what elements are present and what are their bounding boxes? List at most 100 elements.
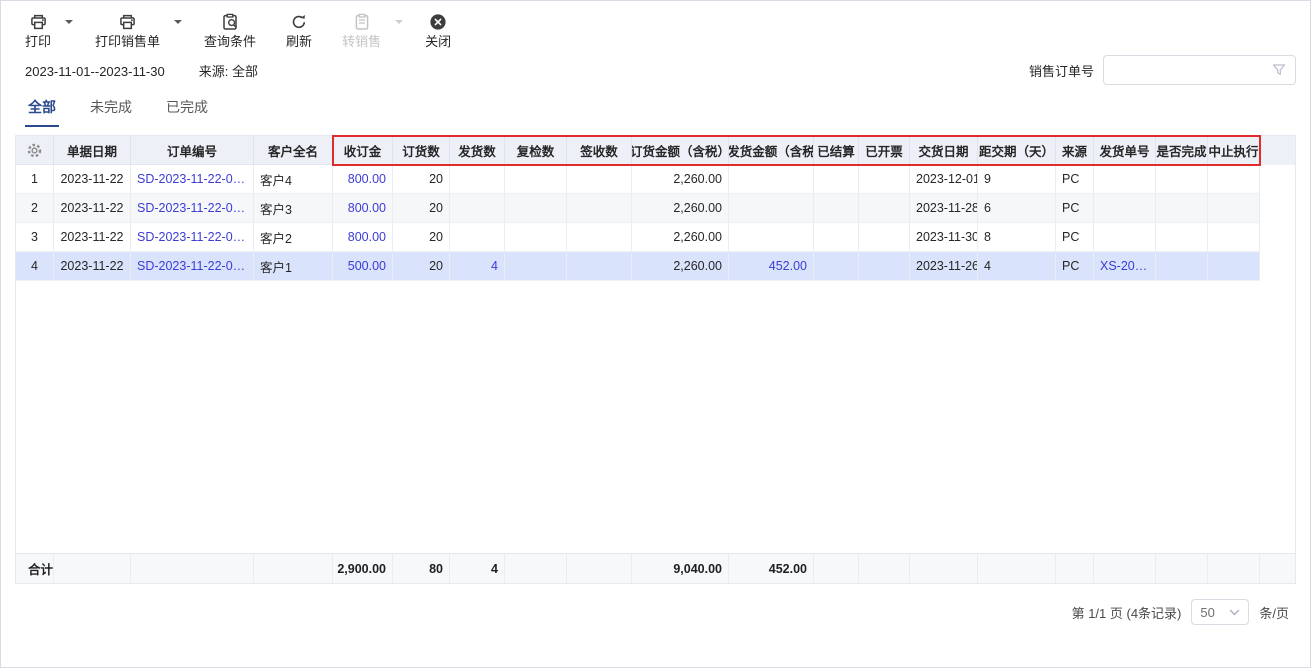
print-dropdown-caret-icon[interactable] bbox=[65, 20, 73, 28]
total-filler-cell bbox=[1260, 553, 1295, 583]
cell-source: PC bbox=[1056, 223, 1094, 252]
cell-sign_qty bbox=[567, 165, 632, 194]
cell-order_amount: 2,260.00 bbox=[632, 252, 729, 281]
sales-order-no-input[interactable] bbox=[1113, 63, 1272, 78]
order_no-link[interactable]: SD-2023-11-22-000... bbox=[137, 172, 247, 186]
cell-ship_qty: 4 bbox=[450, 252, 505, 281]
total-cell-order_amount: 9,040.00 bbox=[632, 553, 729, 583]
sales-order-search: 销售订单号 bbox=[1029, 55, 1296, 85]
cell-doc_date: 2023-11-22 bbox=[54, 194, 131, 223]
cell-settled bbox=[814, 165, 859, 194]
column-header-order_amount[interactable]: 订货金额（含税） bbox=[632, 136, 729, 165]
column-header-ship_amount[interactable]: 发货金额（含税 bbox=[729, 136, 814, 165]
cell-ship_no: XS-2023... bbox=[1094, 252, 1156, 281]
order_no-link[interactable]: SD-2023-11-22-000... bbox=[137, 230, 247, 244]
cell-settled bbox=[814, 194, 859, 223]
date-range-text: 2023-11-01--2023-11-30 bbox=[25, 64, 165, 79]
tab-incomplete[interactable]: 未完成 bbox=[87, 93, 135, 127]
cell-ship_no bbox=[1094, 223, 1156, 252]
printer-icon bbox=[118, 13, 137, 31]
convert-sales-dropdown-caret-icon bbox=[395, 20, 403, 28]
cell-recheck_qty bbox=[505, 252, 567, 281]
order_no-link[interactable]: SD-2023-11-22-000... bbox=[137, 201, 247, 215]
cell-days_to_delivery: 9 bbox=[978, 165, 1056, 194]
cell-order_no: SD-2023-11-22-000... bbox=[131, 223, 254, 252]
column-header-sign_qty[interactable]: 签收数 bbox=[567, 136, 632, 165]
query-conditions-button[interactable]: 查询条件 bbox=[204, 13, 256, 48]
column-header-delivery_date[interactable]: 交货日期 bbox=[910, 136, 978, 165]
cell-delivery_date: 2023-11-30 bbox=[910, 223, 978, 252]
total-cell-ship_qty: 4 bbox=[450, 553, 505, 583]
clipboard-icon bbox=[353, 13, 371, 31]
refresh-icon bbox=[290, 13, 308, 31]
row-filler-cell bbox=[1260, 194, 1295, 223]
cell-recheck_qty bbox=[505, 223, 567, 252]
cell-ship_qty bbox=[450, 223, 505, 252]
column-header-aborted[interactable]: 中止执行 bbox=[1208, 136, 1260, 165]
total-cell-recheck_qty bbox=[505, 553, 567, 583]
refresh-button[interactable]: 刷新 bbox=[286, 13, 312, 48]
cell-ship_amount bbox=[729, 223, 814, 252]
clipboard-search-icon bbox=[221, 13, 239, 31]
column-header-order_no[interactable]: 订单编号 bbox=[131, 136, 254, 165]
cell-doc_date: 2023-11-22 bbox=[54, 223, 131, 252]
tab-completed[interactable]: 已完成 bbox=[163, 93, 211, 127]
column-header-completed[interactable]: 是否完成 bbox=[1156, 136, 1208, 165]
column-header-invoiced[interactable]: 已开票 bbox=[859, 136, 910, 165]
table-row[interactable]: 12023-11-22SD-2023-11-22-000...客户4800.00… bbox=[16, 165, 1295, 194]
total-cell-days_to_delivery bbox=[978, 553, 1056, 583]
convert-sales-button-label: 转销售 bbox=[342, 35, 381, 48]
cell-source: PC bbox=[1056, 165, 1094, 194]
column-header-customer[interactable]: 客户全名 bbox=[254, 136, 333, 165]
cell-invoiced bbox=[859, 194, 910, 223]
cell-deposit: 500.00 bbox=[333, 252, 393, 281]
tab-all[interactable]: 全部 bbox=[25, 93, 59, 127]
pagination: 第 1/1 页 (4条记录) 50 条/页 bbox=[1, 599, 1310, 625]
table-row[interactable]: 42023-11-22SD-2023-11-22-000...客户1500.00… bbox=[16, 252, 1295, 281]
column-header-doc_date[interactable]: 单据日期 bbox=[54, 136, 131, 165]
row-filler-cell bbox=[1260, 165, 1295, 194]
row-index-cell: 2 bbox=[16, 194, 54, 223]
row-filler-cell bbox=[1260, 252, 1295, 281]
ship_no-link[interactable]: XS-2023... bbox=[1100, 259, 1149, 273]
print-button[interactable]: 打印 bbox=[25, 13, 51, 48]
row-index-cell: 1 bbox=[16, 165, 54, 194]
order_no-link[interactable]: SD-2023-11-22-000... bbox=[137, 259, 247, 273]
query-conditions-button-label: 查询条件 bbox=[204, 35, 256, 48]
column-header-order_qty[interactable]: 订货数 bbox=[393, 136, 450, 165]
print-sales-order-button[interactable]: 打印销售单 bbox=[95, 13, 160, 48]
total-cell-order_qty: 80 bbox=[393, 553, 450, 583]
cell-completed bbox=[1156, 223, 1208, 252]
table-row[interactable]: 32023-11-22SD-2023-11-22-000...客户2800.00… bbox=[16, 223, 1295, 252]
close-button[interactable]: 关闭 bbox=[425, 13, 451, 48]
total-cell-deposit: 2,900.00 bbox=[333, 553, 393, 583]
total-cell-ship_amount: 452.00 bbox=[729, 553, 814, 583]
total-cell-doc_date bbox=[54, 553, 131, 583]
filter-funnel-icon[interactable] bbox=[1272, 63, 1286, 77]
column-header-deposit[interactable]: 收订金 bbox=[333, 136, 393, 165]
cell-completed bbox=[1156, 194, 1208, 223]
print-sales-order-button-label: 打印销售单 bbox=[95, 35, 160, 48]
total-cell-delivery_date bbox=[910, 553, 978, 583]
column-header-settled[interactable]: 已结算 bbox=[814, 136, 859, 165]
table-row[interactable]: 22023-11-22SD-2023-11-22-000...客户3800.00… bbox=[16, 194, 1295, 223]
cell-doc_date: 2023-11-22 bbox=[54, 252, 131, 281]
cell-sign_qty bbox=[567, 252, 632, 281]
printer-icon bbox=[29, 13, 48, 31]
column-header-days_to_delivery[interactable]: 距交期（天） bbox=[978, 136, 1056, 165]
column-header-recheck_qty[interactable]: 复检数 bbox=[505, 136, 567, 165]
cell-order_amount: 2,260.00 bbox=[632, 223, 729, 252]
column-header-source[interactable]: 来源 bbox=[1056, 136, 1094, 165]
status-tabs: 全部未完成已完成 bbox=[1, 93, 1310, 127]
print-sales-order-dropdown-caret-icon[interactable] bbox=[174, 20, 182, 28]
column-header-ship_qty[interactable]: 发货数 bbox=[450, 136, 505, 165]
cell-ship_qty bbox=[450, 194, 505, 223]
page-size-select[interactable]: 50 bbox=[1191, 599, 1249, 625]
column-header-ship_no[interactable]: 发货单号 bbox=[1094, 136, 1156, 165]
row-index-cell: 3 bbox=[16, 223, 54, 252]
gear-icon[interactable] bbox=[26, 142, 43, 159]
cell-completed bbox=[1156, 165, 1208, 194]
cell-delivery_date: 2023-12-01 bbox=[910, 165, 978, 194]
table-header-row: 单据日期订单编号客户全名收订金订货数发货数复检数签收数订货金额（含税）发货金额（… bbox=[16, 136, 1295, 165]
cell-invoiced bbox=[859, 252, 910, 281]
